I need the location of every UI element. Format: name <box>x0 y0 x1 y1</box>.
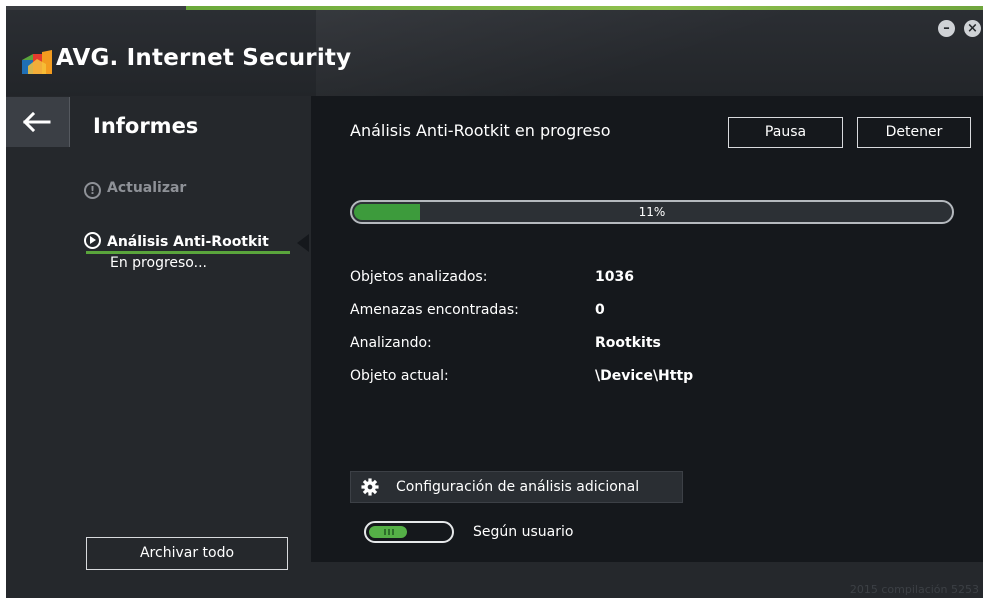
play-circle-icon <box>84 232 101 249</box>
stat-threats-value: 0 <box>595 302 605 318</box>
progress-label: 11% <box>638 205 666 219</box>
pause-button[interactable]: Pausa <box>728 117 843 148</box>
arrow-left-icon <box>23 112 51 132</box>
stat-scanning-label: Analizando: <box>350 335 432 351</box>
additional-scan-settings-label: Configuración de análisis adicional <box>396 479 640 495</box>
back-button[interactable] <box>6 97 70 147</box>
main-panel: Análisis Anti-Rootkit en progreso Pausa … <box>311 96 983 562</box>
scan-item-label: Análisis Anti-Rootkit <box>107 234 269 250</box>
refresh-label: Actualizar <box>107 180 187 196</box>
scan-progress-bar: 11% <box>350 200 954 224</box>
selected-underline <box>86 251 290 254</box>
stat-scanning-value: Rootkits <box>595 335 661 351</box>
selected-pointer <box>297 234 309 252</box>
stat-current-object-label: Objeto actual: <box>350 368 449 384</box>
sidebar: Informes ! Actualizar Análisis Anti-Rootk… <box>6 96 311 586</box>
toggle-label: Según usuario <box>473 524 574 540</box>
app-title: AVG. Internet Security <box>56 45 352 71</box>
footer-bar: 2015 compilación 5253 <box>6 581 983 598</box>
app-window: AVG. Internet Security – × Informes ! Act… <box>6 6 983 598</box>
section-title: Informes <box>93 114 199 138</box>
gear-icon <box>361 478 379 496</box>
close-button[interactable]: × <box>964 20 981 37</box>
minimize-button[interactable]: – <box>938 20 955 37</box>
stat-current-object-value: \Device\Http <box>595 368 694 384</box>
additional-scan-settings-button[interactable]: Configuración de análisis adicional <box>350 471 683 503</box>
scan-title: Análisis Anti-Rootkit en progreso <box>350 121 611 140</box>
toggle-knob <box>369 526 407 538</box>
refresh-link[interactable]: ! Actualizar <box>84 180 186 199</box>
exclamation-circle-icon: ! <box>84 182 101 199</box>
stop-button[interactable]: Detener <box>857 117 971 148</box>
scan-item-status: En progreso... <box>110 255 207 271</box>
build-info: 2015 compilación 5253 <box>849 583 979 596</box>
user-toggle-switch[interactable] <box>364 521 454 543</box>
stat-threats-label: Amenazas encontradas: <box>350 302 519 318</box>
avg-logo-icon <box>22 50 52 74</box>
stat-objects-label: Objetos analizados: <box>350 269 488 285</box>
archive-all-button[interactable]: Archivar todo <box>86 537 288 570</box>
stat-objects-value: 1036 <box>595 269 634 285</box>
